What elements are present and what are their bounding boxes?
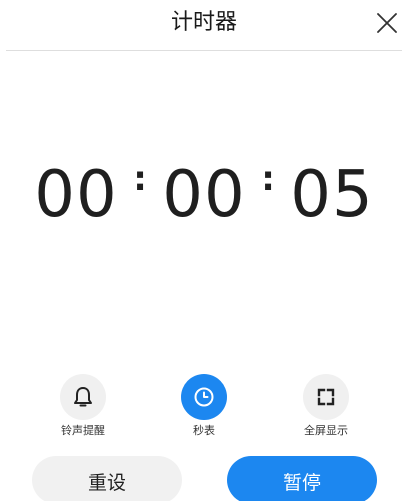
page-title: 计时器 bbox=[170, 10, 237, 35]
close-icon bbox=[377, 13, 397, 33]
stopwatch-label: 秒表 bbox=[193, 424, 215, 437]
header: 计时器 bbox=[0, 0, 408, 48]
pause-button[interactable]: 暂停 bbox=[227, 456, 377, 501]
timer-screen: 计时器 00 : 00 : 05 铃声提醒 秒表 全屏显示 重设 暂停 bbox=[0, 0, 408, 501]
timer-separator: : bbox=[261, 159, 275, 199]
fullscreen-circle bbox=[303, 374, 349, 420]
ringtone-reminder-circle bbox=[60, 374, 106, 420]
ringtone-reminder-label: 铃声提醒 bbox=[61, 424, 105, 437]
stopwatch-circle bbox=[181, 374, 227, 420]
bell-icon bbox=[74, 387, 92, 407]
tool-bar: 铃声提醒 秒表 全屏显示 bbox=[0, 374, 408, 444]
timer-minutes: 00 bbox=[162, 158, 246, 232]
timer-hours: 00 bbox=[34, 158, 118, 232]
ringtone-reminder-button[interactable]: 铃声提醒 bbox=[43, 374, 123, 438]
header-divider bbox=[6, 50, 402, 51]
clock-icon bbox=[194, 387, 214, 407]
timer-seconds: 05 bbox=[290, 158, 374, 232]
fullscreen-icon bbox=[317, 388, 335, 406]
timer-display: 00 : 00 : 05 bbox=[0, 155, 408, 235]
fullscreen-button[interactable]: 全屏显示 bbox=[286, 374, 366, 438]
fullscreen-label: 全屏显示 bbox=[304, 424, 348, 437]
reset-button[interactable]: 重设 bbox=[32, 456, 182, 501]
close-button[interactable] bbox=[372, 8, 402, 38]
timer-separator: : bbox=[133, 159, 147, 199]
stopwatch-button[interactable]: 秒表 bbox=[164, 374, 244, 438]
